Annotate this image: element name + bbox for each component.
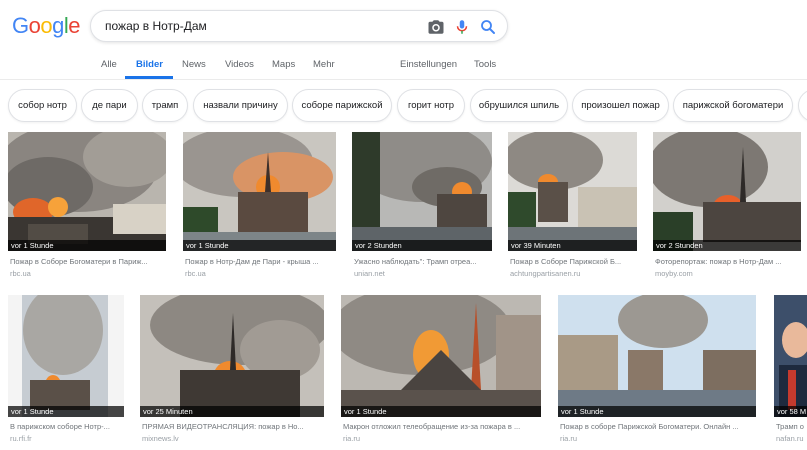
related-searches-chips: собор нотр де пари трамп назвали причину… — [0, 89, 807, 123]
header: Google пожар в Нотр-Дам — [0, 0, 807, 54]
tab-tools[interactable]: Tools — [474, 59, 496, 70]
result-image[interactable] — [8, 295, 124, 417]
result-image[interactable] — [341, 295, 541, 417]
search-icon[interactable] — [479, 18, 497, 36]
time-badge: vor 1 Stunde — [8, 406, 124, 417]
result-source[interactable]: nafan.ru — [776, 434, 804, 443]
time-badge: vor 58 M — [774, 406, 807, 417]
logo-letter: o — [40, 13, 53, 38]
time-badge: vor 1 Stunde — [183, 240, 336, 251]
result-title[interactable]: Пожар в Соборе Богоматери в Париж... — [10, 257, 166, 266]
time-badge: vor 2 Stunden — [653, 240, 801, 251]
result-title[interactable]: Ужасно наблюдать": Трамп отреа... — [354, 257, 492, 266]
chip[interactable]: произошел пожар — [572, 89, 669, 122]
result-source[interactable]: rbc.ua — [10, 269, 31, 278]
logo-letter: e — [68, 13, 81, 38]
result-title[interactable]: Макрон отложил телеобращение из-за пожар… — [343, 422, 541, 431]
result-image[interactable] — [558, 295, 756, 417]
time-badge: vor 2 Stunden — [352, 240, 492, 251]
result-source[interactable]: unian.net — [354, 269, 385, 278]
chip[interactable]: собор нотр — [8, 89, 77, 122]
chip[interactable]: парижской богоматери — [673, 89, 793, 122]
result-title[interactable]: Пожар в Соборе Парижской Б... — [510, 257, 637, 266]
result-title[interactable]: Пожар в Нотр-Дам де Пари - крыша ... — [185, 257, 336, 266]
search-input[interactable]: пожар в Нотр-Дам — [105, 19, 207, 33]
result-title[interactable]: Фоторепортаж: пожар в Нотр-Дам ... — [655, 257, 801, 266]
result-source[interactable]: ru.rfi.fr — [10, 434, 32, 443]
chip[interactable]: назвали причину — [193, 89, 288, 122]
result-title[interactable]: Пожар в соборе Парижской Богоматери. Онл… — [560, 422, 756, 431]
chip[interactable]: горит нотр — [397, 89, 465, 122]
mic-icon[interactable] — [453, 18, 471, 36]
chip[interactable]: соборе парижской — [292, 89, 392, 122]
result-title[interactable]: В парижском соборе Нотр-... — [10, 422, 124, 431]
chip[interactable]: трамп — [142, 89, 188, 122]
search-box[interactable]: пожар в Нотр-Дам — [90, 10, 508, 42]
result-image[interactable] — [508, 132, 637, 251]
time-badge: vor 39 Minuten — [508, 240, 637, 251]
result-source[interactable]: mixnews.lv — [142, 434, 179, 443]
result-image[interactable] — [8, 132, 166, 251]
tab-news[interactable]: News — [182, 59, 206, 70]
time-badge: vor 1 Stunde — [341, 406, 541, 417]
logo-letter: g — [52, 13, 64, 38]
result-image[interactable] — [653, 132, 801, 251]
logo-letter: G — [12, 13, 29, 38]
active-tab-indicator — [125, 76, 173, 79]
time-badge: vor 25 Minuten — [140, 406, 324, 417]
search-tabs: Alle Bilder News Videos Maps Mehr Einste… — [0, 54, 807, 80]
result-image[interactable] — [140, 295, 324, 417]
result-image[interactable] — [774, 295, 807, 417]
result-image[interactable] — [183, 132, 336, 251]
time-badge: vor 1 Stunde — [8, 240, 166, 251]
tab-einstellungen[interactable]: Einstellungen — [400, 59, 457, 70]
tab-bilder[interactable]: Bilder — [136, 59, 163, 70]
logo-letter: o — [28, 13, 41, 38]
camera-icon[interactable] — [427, 18, 445, 36]
chip[interactable]: обрушился шпиль — [470, 89, 568, 122]
result-source[interactable]: rbc.ua — [185, 269, 206, 278]
chip[interactable]: де пари — [81, 89, 138, 122]
result-source[interactable]: achtungpartisanen.ru — [510, 269, 580, 278]
result-title[interactable]: ПРЯМАЯ ВИДЕОТРАНСЛЯЦИЯ: пожар в Но... — [142, 422, 324, 431]
result-source[interactable]: ria.ru — [343, 434, 360, 443]
chip-overflow[interactable] — [798, 89, 807, 122]
result-title[interactable]: Трамп о — [776, 422, 807, 431]
tab-videos[interactable]: Videos — [225, 59, 254, 70]
tab-maps[interactable]: Maps — [272, 59, 295, 70]
result-source[interactable]: moyby.com — [655, 269, 693, 278]
tab-alle[interactable]: Alle — [101, 59, 117, 70]
google-logo[interactable]: Google — [12, 13, 81, 39]
result-image[interactable] — [352, 132, 492, 251]
time-badge: vor 1 Stunde — [558, 406, 756, 417]
result-source[interactable]: ria.ru — [560, 434, 577, 443]
tab-mehr[interactable]: Mehr — [313, 59, 335, 70]
